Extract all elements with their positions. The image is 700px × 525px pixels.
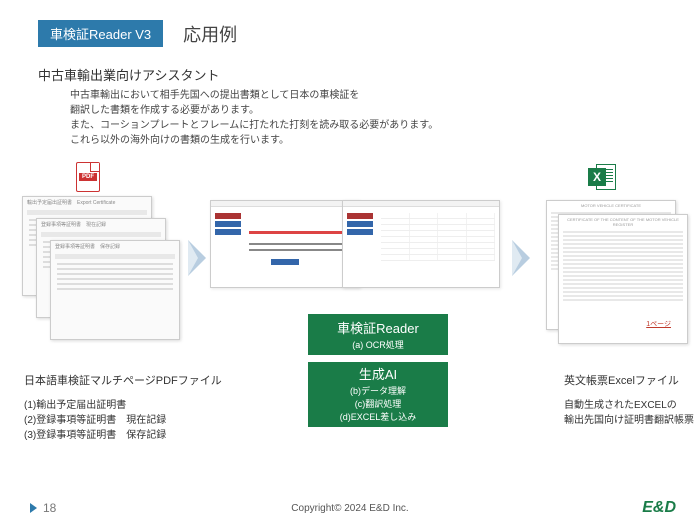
callout-ocr: 車検証Reader (a) OCR処理 [308,314,448,355]
list-item: (2)登録事項等証明書 現在記録 [24,413,166,428]
desc-line: これら以外の海外向けの書類の生成を行います。 [70,133,700,148]
doc-thumbnail: 登録事項等証明書 保存記録 [50,240,180,340]
desc-line: 翻訳した書類を作成する必要があります。 [70,103,700,118]
list-item: (3)登録事項等証明書 保存記録 [24,428,166,443]
slide-subtitle: 中古車輸出業向けアシスタント [38,65,700,84]
excel-x-glyph: X [588,168,606,186]
input-doc-list: (1)輸出予定届出証明書 (2)登録事項等証明書 現在記録 (3)登録事項等証明… [24,398,166,443]
product-badge: 車検証Reader V3 [38,20,163,47]
callout-title: 車検証Reader [337,321,419,336]
excel-thumbnail: CERTIFICATE OF THE CONTENT OF THE MOTOR … [558,214,688,344]
triangle-icon [30,503,37,513]
description: 中古車輸出において相手先国への提出書類として日本の車検証を 翻訳した書類を作成す… [70,88,700,148]
webapp-screenshot [210,200,360,288]
desc-line: また、コーションプレートとフレームに打たれた打刻を読み取る必要があります。 [70,118,700,133]
callout-sub: (b)データ理解 [308,384,448,397]
output-label: 英文帳票Excelファイル [564,372,679,388]
copyright: Copyright© 2024 E&D Inc. [291,503,408,514]
list-item: (1)輸出予定届出証明書 [24,398,166,413]
pdf-icon [76,162,100,192]
arrow-right-icon [188,240,206,276]
slide-footer: 18 Copyright© 2024 E&D Inc. E&D [0,499,700,517]
input-label: 日本語車検証マルチページPDFファイル [24,372,222,388]
arrow-right-icon [512,240,530,276]
output-note: 自動生成されたEXCELの 輸出先国向け証明書翻訳帳票 [564,398,694,428]
badge-suffix: Reader V3 [89,27,151,42]
excel-icon: X [588,162,618,192]
note-line: 自動生成されたEXCELの [564,398,694,413]
input-docs-stack: 輸出予定届出証明書 Export Certificate 登録事項等証明書 現在… [22,196,182,346]
page-number: 18 [43,501,56,515]
badge-main: 車検証 [50,27,89,42]
brand-logo: E&D [642,499,676,517]
webapp-screenshot [342,200,500,288]
callout-sub: (d)EXCEL差し込み [308,410,448,423]
callout-title: 生成AI [359,367,397,382]
callout-genai: 生成AI (b)データ理解 (c)翻訳処理 (d)EXCEL差し込み [308,362,448,427]
callout-sub: (c)翻訳処理 [308,397,448,410]
callout-sub: (a) OCR処理 [308,338,448,351]
page-count-badge: 1ページ [646,319,671,329]
note-line: 輸出先国向け証明書翻訳帳票 [564,413,694,428]
desc-line: 中古車輸出において相手先国への提出書類として日本の車検証を [70,88,700,103]
flow-diagram: 輸出予定届出証明書 Export Certificate 登録事項等証明書 現在… [22,162,700,432]
slide-header: 車検証Reader V3 応用例 [0,0,700,47]
section-title: 応用例 [183,21,237,47]
output-docs-stack: MOTOR VEHICLE CERTIFICATE CERTIFICATE OF… [546,200,696,360]
